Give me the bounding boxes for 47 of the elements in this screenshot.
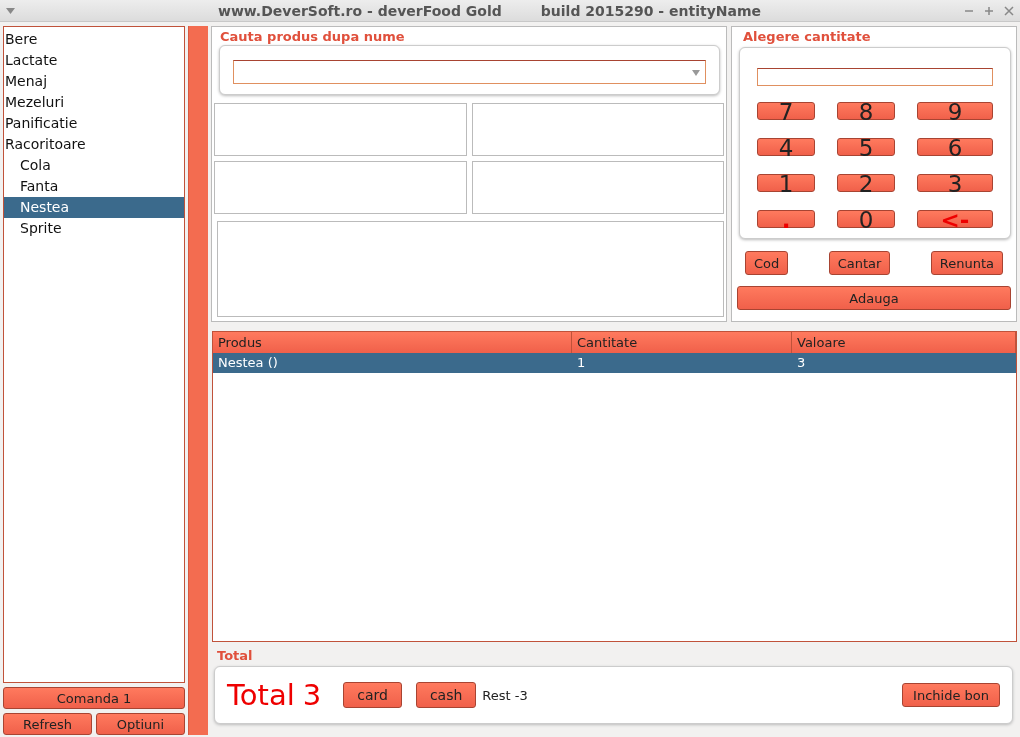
options-button[interactable]: Optiuni [96, 713, 185, 735]
tree-item[interactable]: Racoritoare [4, 134, 184, 155]
tree-item[interactable]: Fanta [4, 176, 184, 197]
add-button[interactable]: Adauga [737, 286, 1011, 310]
rest-text: Rest -3 [482, 687, 528, 703]
keypad-key[interactable]: 1 [757, 174, 815, 192]
table-cell-text: Nestea () [217, 354, 279, 372]
table-cell-text: 3 [796, 354, 807, 372]
dropdown-arrow-icon[interactable] [692, 70, 700, 76]
tree-item[interactable]: Sprite [4, 218, 184, 239]
tree-item[interactable]: Menaj [4, 71, 184, 92]
tree-item[interactable]: Bere [4, 29, 184, 50]
action-button[interactable]: Cantar [828, 251, 891, 275]
refresh-button[interactable]: Refresh [3, 713, 92, 735]
tree-item[interactable]: Nestea [4, 197, 184, 218]
keypad-key[interactable]: 4 [757, 138, 815, 156]
payment-button[interactable]: cash [415, 682, 477, 708]
total-value: 3 [302, 678, 322, 712]
keypad-key[interactable]: 2 [837, 174, 895, 192]
window-title: www.DeverSoft.ro - deverFood Gold build 2015290 - entityName [216, 2, 763, 19]
table-row[interactable]: Nestea () 1 3 [213, 353, 1016, 373]
tree-item[interactable]: Cola [4, 155, 184, 176]
keypad-key[interactable]: 9 [917, 102, 993, 120]
tree-item[interactable]: Lactate [4, 50, 184, 71]
keypad-key[interactable]: 5 [837, 138, 895, 156]
keypad-key[interactable]: 8 [837, 102, 895, 120]
keypad-key[interactable]: 6 [917, 138, 993, 156]
menu-icon[interactable] [6, 7, 15, 14]
table-cell-text: 1 [576, 354, 587, 372]
payment-button[interactable]: card [343, 682, 402, 708]
tree-item[interactable]: Mezeluri [4, 92, 184, 113]
total-label: Total [227, 678, 295, 712]
quantity-field[interactable] [757, 68, 993, 86]
product-search-combo[interactable] [233, 60, 706, 84]
close-icon[interactable] [1004, 5, 1014, 16]
action-button[interactable]: Renunta [930, 251, 1003, 275]
close-receipt-button[interactable]: Inchide bon [902, 683, 1000, 707]
order-button[interactable]: Comanda 1 [3, 687, 185, 709]
keypad-key[interactable]: 3 [917, 174, 993, 192]
panel-title: Alegere cantitate [742, 28, 872, 45]
action-button[interactable]: Cod [745, 251, 789, 275]
maximize-icon[interactable] [984, 5, 994, 16]
keypad-key[interactable]: 0 [837, 210, 895, 228]
keypad-key[interactable]: 7 [757, 102, 815, 120]
tree-item[interactable]: Panificatie [4, 113, 184, 134]
panel-title: Total [216, 647, 254, 664]
panel-title: Cauta produs dupa nume [219, 28, 406, 45]
